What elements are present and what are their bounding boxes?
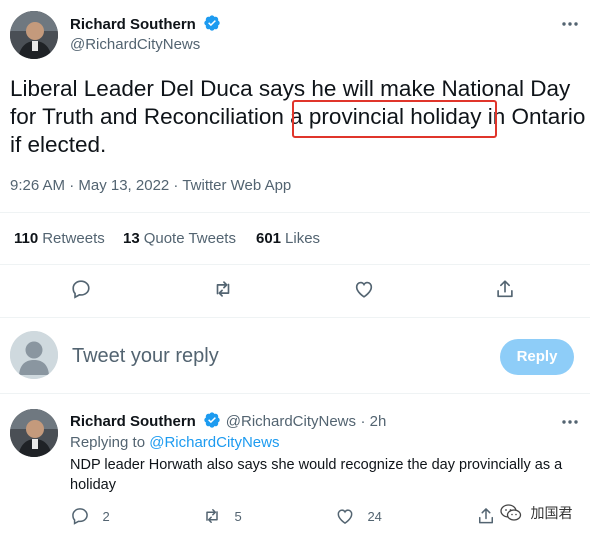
reply-author-name[interactable]: Richard Southern <box>70 413 196 430</box>
author-name[interactable]: Richard Southern <box>70 14 221 36</box>
replying-to: Replying to @RichardCityNews <box>70 434 279 451</box>
likes-label: Likes <box>285 230 321 247</box>
reply-author-avatar[interactable] <box>10 409 58 457</box>
quotes-label: Quote Tweets <box>143 230 236 247</box>
user-avatar[interactable] <box>10 331 58 379</box>
reply-like-count: 24 <box>367 508 382 524</box>
more-icon[interactable] <box>560 14 580 34</box>
reply-retweet-action[interactable]: 5 <box>202 506 242 526</box>
author-handle[interactable]: @RichardCityNews <box>70 36 200 53</box>
reply-icon[interactable] <box>70 506 90 526</box>
reply-retweet-count: 5 <box>234 508 242 524</box>
reply-time[interactable]: · 2h <box>360 413 386 430</box>
wechat-icon <box>500 503 522 523</box>
share-icon[interactable] <box>494 278 516 300</box>
tweet-timestamp[interactable]: 9:26 AM · May 13, 2022 · Twitter Web App <box>10 177 291 194</box>
more-icon[interactable] <box>560 412 580 432</box>
watermark-text: 加国君 <box>530 505 573 521</box>
reply-reply-action[interactable]: 2 <box>70 506 110 526</box>
retweets-count: 110 <box>14 230 39 247</box>
reply-like-action[interactable]: 24 <box>335 506 382 526</box>
watermark: 加国君 <box>500 503 572 523</box>
tweet-text: Liberal Leader Del Duca says he will mak… <box>10 75 590 159</box>
retweets-stat[interactable]: 110 Retweets <box>14 230 105 247</box>
retweets-label: Retweets <box>42 230 105 247</box>
author-avatar[interactable] <box>10 11 58 59</box>
retweet-icon[interactable] <box>212 278 234 300</box>
replying-to-handle[interactable]: @RichardCityNews <box>149 434 279 451</box>
reply-button[interactable]: Reply <box>500 339 574 375</box>
quotes-count: 13 <box>123 230 140 247</box>
like-icon[interactable] <box>335 506 355 526</box>
divider <box>0 317 590 318</box>
likes-count: 601 <box>256 230 282 247</box>
likes-stat[interactable]: 601 Likes <box>256 230 320 247</box>
divider <box>0 264 590 265</box>
verified-badge-icon <box>203 14 221 36</box>
divider <box>0 212 590 213</box>
replying-to-label: Replying to <box>70 434 146 451</box>
reply-input[interactable]: Tweet your reply <box>72 345 219 368</box>
reply-icon[interactable] <box>70 278 92 300</box>
retweet-icon[interactable] <box>202 506 222 526</box>
share-icon[interactable] <box>476 506 496 526</box>
reply-text: NDP leader Horwath also says she would r… <box>70 457 563 493</box>
tweet-text-highlight: a provincial holiday <box>290 104 482 129</box>
reply-reply-count: 2 <box>102 508 110 524</box>
quotes-stat[interactable]: 13 Quote Tweets <box>123 230 236 247</box>
like-icon[interactable] <box>353 278 375 300</box>
reply-author-handle[interactable]: @RichardCityNews <box>226 413 356 430</box>
reply-header: Richard Southern @RichardCityNews · 2h <box>70 411 386 434</box>
author-name-text[interactable]: Richard Southern <box>70 16 196 33</box>
verified-badge-icon <box>203 411 221 434</box>
divider <box>0 393 590 394</box>
